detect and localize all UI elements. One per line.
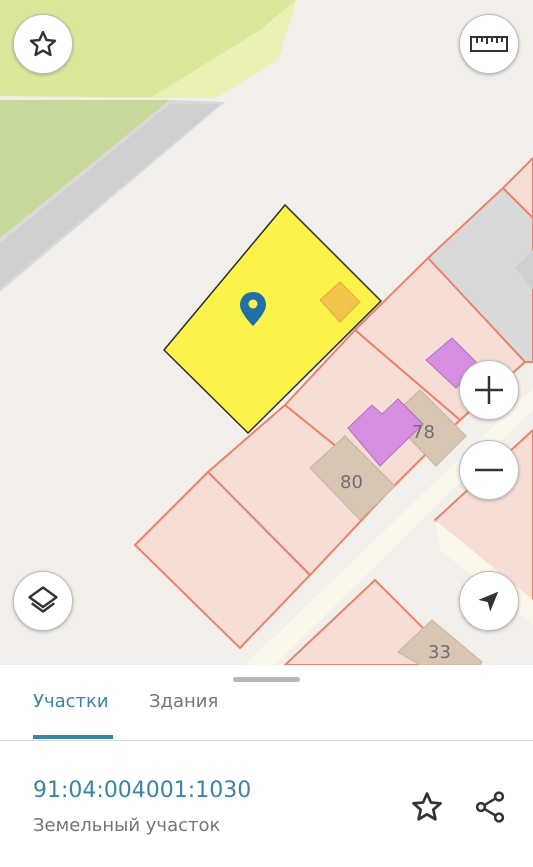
- house-number: 33: [428, 642, 451, 663]
- ruler-button[interactable]: [459, 14, 519, 74]
- favorite-button[interactable]: [13, 14, 73, 74]
- ruler-icon: [470, 36, 508, 52]
- tab-parcels[interactable]: Участки: [33, 691, 109, 712]
- layers-icon: [28, 586, 58, 613]
- object-type: Земельный участок: [33, 815, 221, 836]
- house-number: 80: [340, 472, 363, 493]
- map-view[interactable]: 78 80 33: [0, 0, 533, 665]
- map-canvas[interactable]: [0, 0, 533, 665]
- sheet-drag-handle[interactable]: [233, 677, 300, 682]
- house-number: 78: [412, 422, 435, 443]
- tab-buildings[interactable]: Здания: [149, 691, 218, 712]
- plus-icon: [475, 376, 503, 404]
- share-button[interactable]: [470, 787, 510, 827]
- divider: [0, 740, 533, 741]
- tab-bar: Участки Здания: [0, 685, 533, 741]
- navigation-arrow-icon: [478, 591, 499, 612]
- star-outline-icon: [29, 30, 57, 57]
- zoom-in-button[interactable]: [459, 360, 519, 420]
- bottom-sheet: Участки Здания 91:04:004001:1030 Земельн…: [0, 665, 533, 867]
- favorite-parcel-button[interactable]: [407, 787, 447, 827]
- star-outline-icon: [412, 792, 442, 821]
- share-icon: [475, 791, 505, 823]
- layers-button[interactable]: [13, 571, 73, 631]
- cadastral-number[interactable]: 91:04:004001:1030: [33, 778, 251, 803]
- minus-icon: [475, 468, 503, 472]
- my-location-button[interactable]: [459, 571, 519, 631]
- zoom-out-button[interactable]: [459, 440, 519, 500]
- active-tab-indicator: [33, 735, 113, 739]
